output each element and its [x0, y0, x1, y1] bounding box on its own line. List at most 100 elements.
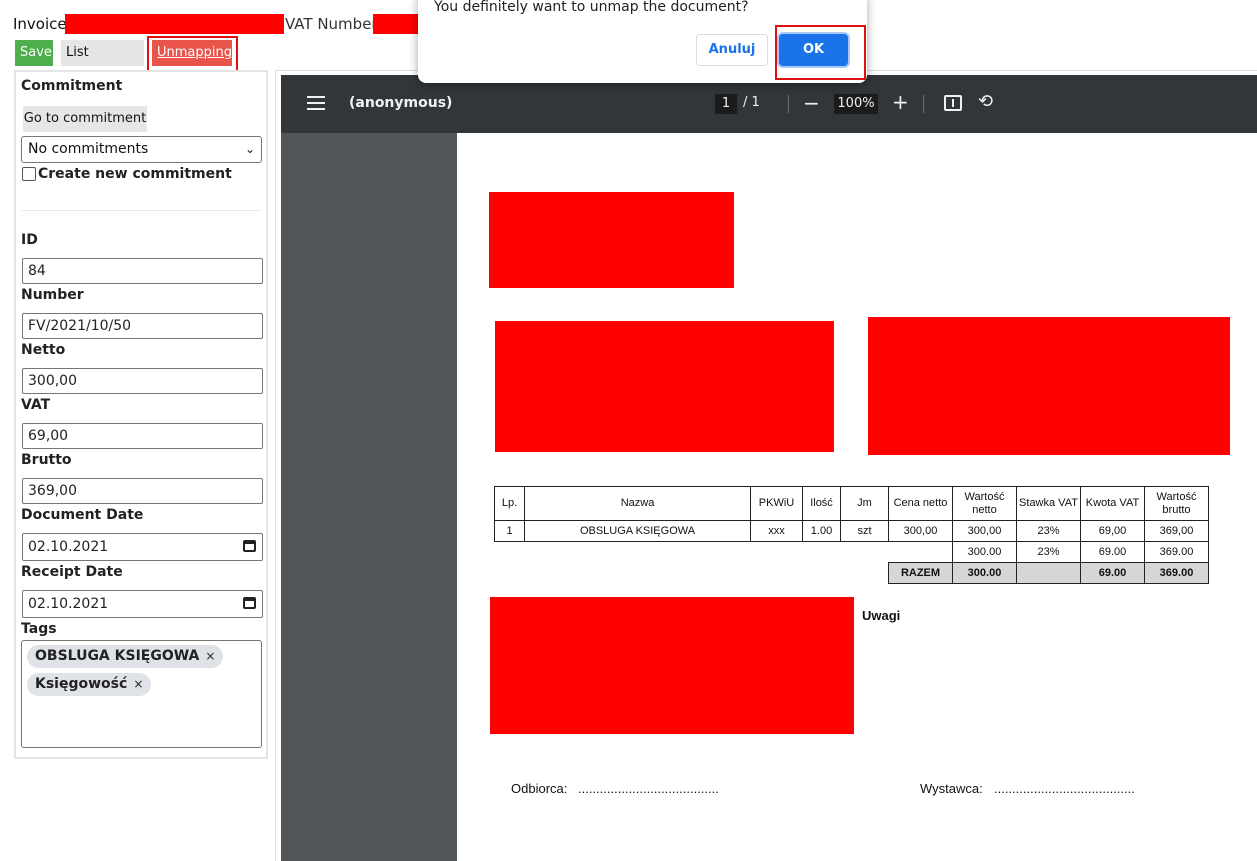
total-row: RAZEM 300.00 69.00 369.00 — [495, 562, 1209, 584]
subtotal-row: 300.00 23% 69.00 369.00 — [495, 541, 1209, 563]
total-label: RAZEM — [888, 562, 953, 584]
netto-field[interactable]: 300,00 — [22, 368, 263, 394]
fit-page-icon[interactable] — [944, 95, 962, 111]
chevron-down-icon: ⌄ — [244, 142, 255, 156]
redacted-seller-info — [495, 321, 834, 452]
invoice-label: Invoice — [13, 15, 67, 33]
table-cell: 300,00 — [888, 520, 953, 542]
remarks-label: Uwagi — [862, 608, 901, 623]
table-cell: 300,00 — [952, 520, 1017, 542]
column-header: Stawka VAT — [1016, 486, 1081, 521]
table-header-row: Lp. Nazwa PKWiU Ilość Jm Cena netto Wart… — [494, 486, 1209, 521]
zoom-level-input[interactable]: 100% — [834, 94, 878, 114]
pdf-toolbar: (anonymous) 1 / 1 − 100% + ⟲ — [281, 75, 1257, 133]
create-new-commitment-checkbox[interactable] — [22, 167, 36, 181]
calendar-icon[interactable] — [243, 540, 256, 552]
tags-input[interactable]: OBSLUGA KSIĘGOWA × Księgowość × — [21, 640, 262, 748]
table-cell: 23% — [1016, 541, 1081, 563]
table-cell — [1016, 562, 1081, 584]
table-cell: szt — [840, 520, 889, 542]
redacted-buyer-info — [868, 317, 1230, 455]
table-cell: 69,00 — [1080, 520, 1145, 542]
document-date-field[interactable]: 02.10.2021 — [22, 533, 263, 561]
table-cell: 69.00 — [1080, 562, 1145, 584]
table-cell: 369,00 — [1144, 520, 1209, 542]
column-header: Ilość — [802, 486, 841, 521]
empty-cell — [495, 563, 889, 584]
receipt-date-label: Receipt Date — [21, 564, 123, 580]
receiver-label: Odbiorca: — [511, 781, 568, 796]
redacted-invoice-name — [65, 14, 284, 34]
go-to-commitment-button[interactable]: Go to commitment — [23, 106, 147, 132]
dialog-message: You definitely want to unmap the documen… — [434, 0, 749, 15]
rotate-icon[interactable]: ⟲ — [978, 91, 993, 112]
remove-tag-icon[interactable]: × — [133, 677, 143, 691]
list-invoices-button[interactable]: List invoices — [61, 40, 144, 86]
document-title: (anonymous) — [349, 95, 453, 111]
document-date-label: Document Date — [21, 507, 144, 523]
tag-chip: Księgowość × — [27, 673, 152, 696]
create-new-commitment-label[interactable]: Create new commitment — [38, 166, 232, 182]
table-cell: 300.00 — [952, 562, 1017, 584]
column-header: Cena netto — [888, 486, 953, 521]
page-total: / 1 — [743, 95, 760, 110]
number-field[interactable]: FV/2021/10/50 — [22, 313, 263, 339]
ok-highlight — [775, 25, 866, 80]
table-cell: 69.00 — [1080, 541, 1145, 563]
empty-cell — [495, 542, 953, 563]
number-label: Number — [21, 287, 84, 303]
commitment-select-value: No commitments — [28, 141, 149, 157]
column-header: Kwota VAT — [1080, 486, 1145, 521]
zoom-in-icon[interactable]: + — [892, 90, 909, 114]
table-cell: 369.00 — [1144, 562, 1209, 584]
table-cell: 23% — [1016, 520, 1081, 542]
zoom-out-icon[interactable]: − — [803, 91, 820, 115]
remove-tag-icon[interactable]: × — [205, 649, 215, 663]
vat-field[interactable]: 69,00 — [22, 423, 263, 449]
netto-label: Netto — [21, 342, 66, 358]
vat-label: VAT — [21, 397, 51, 413]
table-row: 1 OBSLUGA KSIĘGOWA xxx 1.00 szt 300,00 3… — [494, 520, 1209, 542]
toolbar-separator — [923, 95, 924, 113]
table-cell: 1.00 — [802, 520, 841, 542]
table-cell: 369.00 — [1144, 541, 1209, 563]
receiver-signature-line: ....................................... — [578, 781, 719, 796]
save-button[interactable]: Save — [15, 40, 53, 66]
calendar-icon[interactable] — [243, 597, 256, 609]
tags-label: Tags — [21, 621, 57, 637]
column-header: Nazwa — [524, 486, 751, 521]
table-cell: xxx — [750, 520, 803, 542]
receipt-date-value: 02.10.2021 — [28, 596, 109, 612]
id-field[interactable]: 84 — [22, 258, 263, 284]
redacted-logo — [489, 192, 734, 288]
column-header: Jm — [840, 486, 889, 521]
column-header: Lp. — [494, 486, 525, 521]
form-divider — [22, 210, 262, 211]
issuer-signature-line: ....................................... — [994, 781, 1135, 796]
invoice-items-table: Lp. Nazwa PKWiU Ilość Jm Cena netto Wart… — [494, 486, 1209, 584]
receipt-date-field[interactable]: 02.10.2021 — [22, 590, 263, 618]
tag-label: Księgowość — [35, 676, 128, 692]
id-label: ID — [21, 232, 38, 248]
column-header: Wartość brutto — [1144, 486, 1209, 521]
menu-icon[interactable] — [307, 96, 325, 110]
commitment-select[interactable]: No commitments ⌄ — [21, 136, 262, 163]
table-cell: OBSLUGA KSIĘGOWA — [524, 520, 751, 542]
brutto-label: Brutto — [21, 452, 72, 468]
page-number-input[interactable]: 1 — [715, 94, 737, 114]
cancel-button[interactable]: Anuluj — [696, 34, 768, 66]
table-cell: 1 — [494, 520, 525, 542]
column-header: Wartość netto — [952, 486, 1017, 521]
table-cell: 300.00 — [952, 541, 1017, 563]
redacted-vat-number — [373, 14, 418, 34]
tag-chip: OBSLUGA KSIĘGOWA × — [27, 645, 224, 668]
redacted-payment-info — [490, 597, 854, 734]
document-date-value: 02.10.2021 — [28, 539, 109, 555]
column-header: PKWiU — [750, 486, 803, 521]
brutto-field[interactable]: 369,00 — [22, 478, 263, 504]
toolbar-separator — [788, 95, 789, 113]
issuer-label: Wystawca: — [920, 781, 983, 796]
tag-label: OBSLUGA KSIĘGOWA — [35, 648, 200, 664]
vat-number-label: VAT Number: — [285, 15, 383, 33]
commitment-heading: Commitment — [21, 78, 123, 94]
